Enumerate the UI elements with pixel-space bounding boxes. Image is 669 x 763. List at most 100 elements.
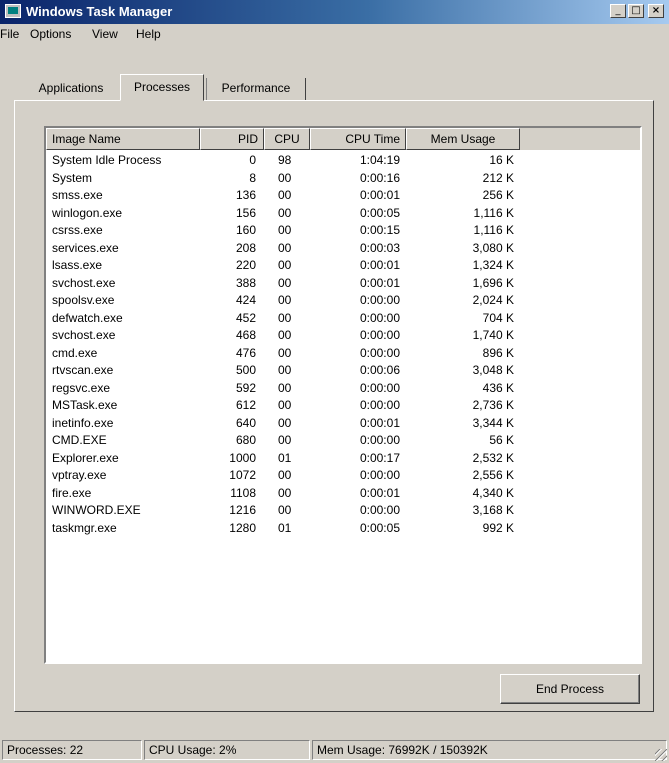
process-cpu: 01: [278, 450, 292, 465]
process-list[interactable]: Image Name PID CPU CPU Time Mem Usage Sy…: [44, 126, 642, 664]
process-cpu-time: 0:00:00: [359, 380, 400, 395]
process-pid: 452: [235, 310, 256, 325]
column-header-cpu-time[interactable]: CPU Time: [310, 128, 406, 150]
process-mem-usage: 4,340 K: [472, 485, 514, 500]
process-cpu-time: 0:00:00: [359, 345, 400, 360]
process-mem-usage: 212 K: [482, 170, 514, 185]
process-name: System Idle Process: [52, 153, 162, 167]
process-pid: 1108: [230, 485, 256, 500]
resize-grip-icon[interactable]: [655, 749, 667, 761]
process-pid: 1072: [229, 468, 256, 482]
process-cpu: 00: [278, 503, 292, 517]
process-pid: 0: [249, 153, 256, 167]
menu-file[interactable]: File: [0, 27, 19, 41]
process-name: vptray.exe: [52, 468, 107, 482]
column-header-mem-usage[interactable]: Mem Usage: [406, 128, 520, 150]
process-pid: 156: [235, 205, 256, 220]
process-name: lsass.exe: [52, 258, 103, 272]
process-cpu: 00: [278, 328, 292, 342]
process-pid: 680: [235, 433, 256, 447]
process-cpu-time: 0:00:03: [359, 240, 400, 255]
tab-applications[interactable]: Applications: [24, 78, 118, 100]
process-name: winlogon.exe: [52, 205, 123, 220]
column-header-cpu[interactable]: CPU: [264, 128, 310, 150]
process-mem-usage: 1,324 K: [472, 258, 514, 272]
process-cpu-time: 0:00:00: [359, 398, 400, 412]
close-button[interactable]: ×: [648, 4, 664, 18]
process-pid: 1000: [229, 450, 256, 465]
process-cpu: 00: [278, 293, 292, 307]
title-bar[interactable]: Windows Task Manager _ □ ×: [0, 0, 669, 24]
process-cpu: 00: [278, 275, 292, 290]
process-cpu-time: 0:00:16: [359, 170, 400, 185]
process-mem-usage: 2,024 K: [472, 293, 514, 307]
process-cpu-time: 0:00:01: [359, 258, 400, 272]
process-name: spoolsv.exe: [52, 293, 115, 307]
process-mem-usage: 2,736 K: [472, 398, 514, 412]
process-name: taskmgr.exe: [52, 520, 117, 535]
status-mem-usage: Mem Usage: 76992K / 150392K: [312, 740, 667, 760]
process-pid: 160: [235, 223, 256, 237]
process-cpu: 00: [278, 380, 292, 395]
process-name: WINWORD.EXE: [52, 503, 141, 517]
process-name: smss.exe: [52, 188, 103, 202]
process-pid: 220: [235, 258, 256, 272]
process-cpu: 00: [278, 433, 292, 447]
column-header-image-name[interactable]: Image Name: [46, 128, 200, 150]
list-header: Image Name PID CPU CPU Time Mem Usage: [46, 128, 640, 150]
process-pid: 208: [235, 240, 256, 255]
process-cpu-time: 0:00:06: [359, 363, 400, 377]
process-name: fire.exe: [52, 485, 92, 500]
process-cpu-time: 0:00:05: [359, 520, 400, 535]
process-pid: 388: [235, 275, 256, 290]
column-header-pid[interactable]: PID: [200, 128, 264, 150]
minimize-button[interactable]: _: [610, 4, 626, 18]
tab-processes[interactable]: Processes: [120, 74, 204, 101]
process-cpu-time: 0:00:00: [359, 328, 400, 342]
process-cpu-time: 0:00:00: [359, 468, 400, 482]
status-bar: Processes: 22 CPU Usage: 2% Mem Usage: 7…: [0, 736, 669, 763]
process-mem-usage: 3,080 K: [472, 240, 514, 255]
process-cpu: 98: [278, 153, 292, 167]
process-cpu-time: 0:00:17: [359, 450, 400, 465]
process-name: inetinfo.exe: [52, 415, 114, 430]
menu-help[interactable]: Help: [136, 27, 161, 41]
maximize-button[interactable]: □: [628, 4, 644, 18]
process-pid: 612: [235, 398, 256, 412]
process-mem-usage: 3,048 K: [472, 363, 514, 377]
end-process-button[interactable]: End Process: [500, 674, 640, 704]
process-cpu-time: 0:00:00: [359, 310, 400, 325]
process-mem-usage: 3,168 K: [472, 503, 514, 517]
task-manager-icon: [5, 4, 21, 18]
process-mem-usage: 2,532 K: [472, 450, 514, 465]
process-mem-usage: 16 K: [489, 153, 514, 167]
process-cpu-time: 0:00:01: [359, 485, 400, 500]
process-cpu: 00: [278, 415, 292, 430]
menu-options[interactable]: Options: [30, 27, 71, 41]
process-mem-usage: 2,556 K: [472, 468, 514, 482]
process-cpu-time: 1:04:19: [359, 153, 400, 167]
process-name: defwatch.exe: [52, 310, 123, 325]
tab-performance[interactable]: Performance: [206, 78, 306, 100]
process-pid: 592: [235, 380, 256, 395]
process-cpu: 00: [278, 485, 292, 500]
process-cpu: 01: [278, 520, 292, 535]
process-name: cmd.exe: [52, 345, 98, 360]
process-cpu-time: 0:00:00: [359, 503, 400, 517]
process-mem-usage: 1,116 K: [473, 205, 514, 220]
process-mem-usage: 992 K: [482, 520, 514, 535]
process-cpu-time: 0:00:01: [359, 188, 400, 202]
process-mem-usage: 1,740 K: [472, 328, 514, 342]
process-pid: 640: [235, 415, 256, 430]
process-mem-usage: 56 K: [489, 433, 514, 447]
process-cpu: 00: [278, 170, 292, 185]
menu-view[interactable]: View: [92, 27, 118, 41]
process-name: svchost.exe: [52, 328, 116, 342]
window-title: Windows Task Manager: [26, 4, 173, 19]
process-mem-usage: 1,696 K: [472, 275, 514, 290]
process-cpu-time: 0:00:00: [359, 293, 400, 307]
process-cpu: 00: [278, 188, 292, 202]
process-name: CMD.EXE: [52, 433, 107, 447]
process-pid: 8: [249, 170, 256, 185]
process-name: regsvc.exe: [52, 380, 111, 395]
